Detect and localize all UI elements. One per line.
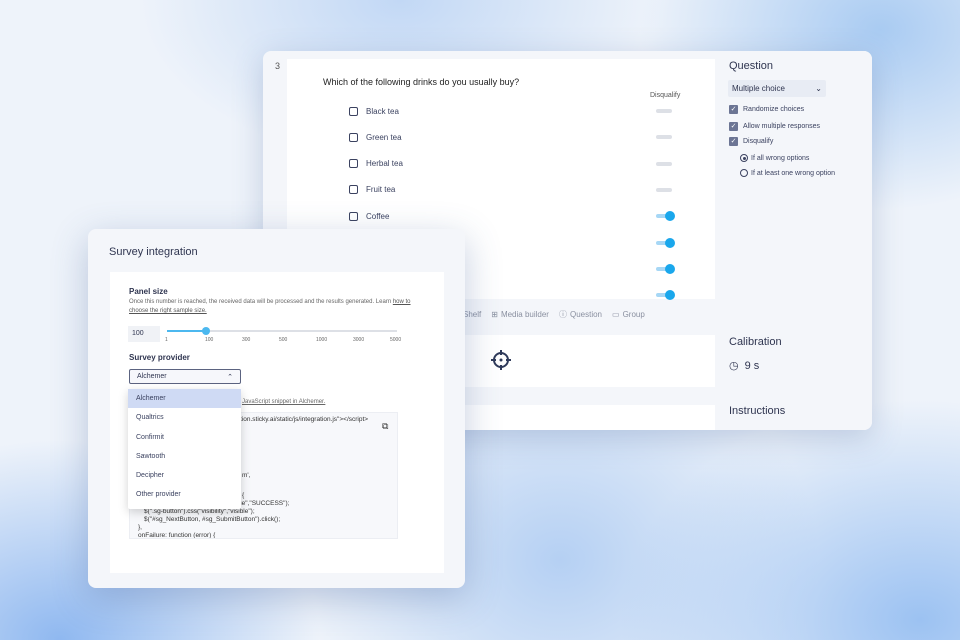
provider-option[interactable]: Alchemer	[128, 389, 241, 409]
survey-provider-select[interactable]: Alchemer ⌃	[129, 369, 241, 384]
folder-icon: ▭	[612, 310, 620, 319]
checkbox[interactable]	[349, 185, 358, 195]
checkbox[interactable]	[349, 132, 358, 142]
provider-dropdown-menu: Alchemer Qualtrics Confirmit Sawtooth Deciph…	[128, 389, 241, 509]
answer-option[interactable]: Green tea	[349, 130, 402, 144]
question-type-select[interactable]: Multiple choice ⌄	[728, 80, 826, 97]
answer-option[interactable]: Coffee	[349, 209, 389, 223]
disqualify-toggle[interactable]	[656, 263, 675, 274]
panel-size-slider[interactable]	[167, 327, 397, 335]
radio-all-wrong[interactable]: If all wrong options	[740, 154, 809, 162]
slider-tick-label: 1000	[316, 337, 328, 343]
radio-one-wrong[interactable]: If at least one wrong option	[740, 169, 835, 177]
disqualify-toggle[interactable]	[656, 237, 675, 248]
calibration-value: 9 s	[744, 359, 760, 372]
disqualify-toggle[interactable]	[656, 161, 672, 166]
question-title: Which of the following drinks do you usu…	[323, 77, 520, 87]
slider-tick-label: 100	[205, 337, 214, 343]
toolbar-question[interactable]: ⓘ Question	[559, 309, 602, 320]
question-settings-panel: Question Multiple choice ⌄ ✓ Randomize cho…	[715, 51, 872, 430]
integration-form: Panel size Once this number is reached, …	[110, 272, 444, 573]
check-icon: ✓	[729, 105, 738, 114]
dialog-title: Survey integration	[109, 246, 198, 258]
clock-icon: ◷	[729, 360, 739, 372]
add-toolbar: Shelf ⊞ Media builder ⓘ Question ▭ Group	[463, 309, 645, 320]
slider-tick-label: 5000	[390, 337, 402, 343]
media-builder-icon: ⊞	[491, 310, 498, 319]
slider-tick-label: 1	[165, 337, 168, 343]
instructions-card	[457, 405, 715, 430]
calibration-title: Calibration	[729, 336, 782, 348]
provider-option[interactable]: Decipher	[128, 466, 241, 485]
provider-option[interactable]: Confirmit	[128, 428, 241, 447]
answer-option[interactable]: Fruit tea	[349, 183, 395, 197]
toolbar-group[interactable]: ▭ Group	[612, 309, 645, 320]
slider-handle[interactable]	[202, 327, 210, 335]
answer-option[interactable]: Black tea	[349, 104, 399, 118]
panel-size-input[interactable]: 100	[128, 326, 160, 342]
instructions-title: Instructions	[729, 405, 786, 417]
provider-option[interactable]: Other provider	[128, 485, 241, 504]
panel-title: Question	[729, 60, 774, 72]
multiple-responses-checkbox[interactable]: ✓ Allow multiple responses	[729, 122, 820, 131]
panel-size-label: Panel size	[129, 287, 168, 296]
calibration-card[interactable]	[457, 335, 715, 387]
question-number: 3	[275, 61, 281, 71]
disqualify-toggle[interactable]	[656, 211, 675, 222]
slider-tick-label: 300	[242, 337, 251, 343]
check-icon: ✓	[729, 122, 738, 131]
disqualify-checkbox[interactable]: ✓ Disqualify	[729, 137, 773, 146]
panel-size-description: Once this number is reached, the receive…	[129, 299, 411, 314]
copy-icon[interactable]: ⧉	[382, 421, 388, 432]
checkbox[interactable]	[349, 211, 358, 221]
chevron-up-icon: ⌃	[227, 374, 233, 381]
toolbar-media-builder[interactable]: ⊞ Media builder	[491, 309, 549, 320]
survey-provider-label: Survey provider	[129, 353, 190, 362]
chevron-down-icon: ⌄	[815, 84, 822, 93]
provider-option[interactable]: Qualtrics	[128, 408, 241, 427]
disqualify-header: Disqualify	[650, 92, 681, 99]
answer-option[interactable]: Herbal tea	[349, 157, 403, 171]
question-bubble-icon: ⓘ	[558, 310, 567, 319]
provider-option[interactable]: Sawtooth	[128, 447, 241, 466]
check-icon: ✓	[729, 137, 738, 146]
disqualify-toggle[interactable]	[656, 135, 672, 140]
snippet-link[interactable]: JavaScript snippet in Alchemer.	[242, 398, 325, 407]
slider-tick-label: 3000	[353, 337, 365, 343]
disqualify-toggle[interactable]	[656, 290, 675, 301]
randomize-checkbox[interactable]: ✓ Randomize choices	[729, 105, 804, 114]
question-type-value: Multiple choice	[732, 84, 785, 93]
disqualify-toggle[interactable]	[656, 187, 672, 192]
slider-tick-label: 500	[279, 337, 288, 343]
survey-integration-dialog: Survey integration Panel size Once this …	[88, 229, 465, 588]
checkbox[interactable]	[349, 106, 358, 116]
toolbar-shelf[interactable]: Shelf	[463, 309, 481, 320]
disqualify-toggle[interactable]	[656, 109, 672, 113]
crosshair-icon	[491, 350, 511, 370]
checkbox[interactable]	[349, 159, 358, 169]
